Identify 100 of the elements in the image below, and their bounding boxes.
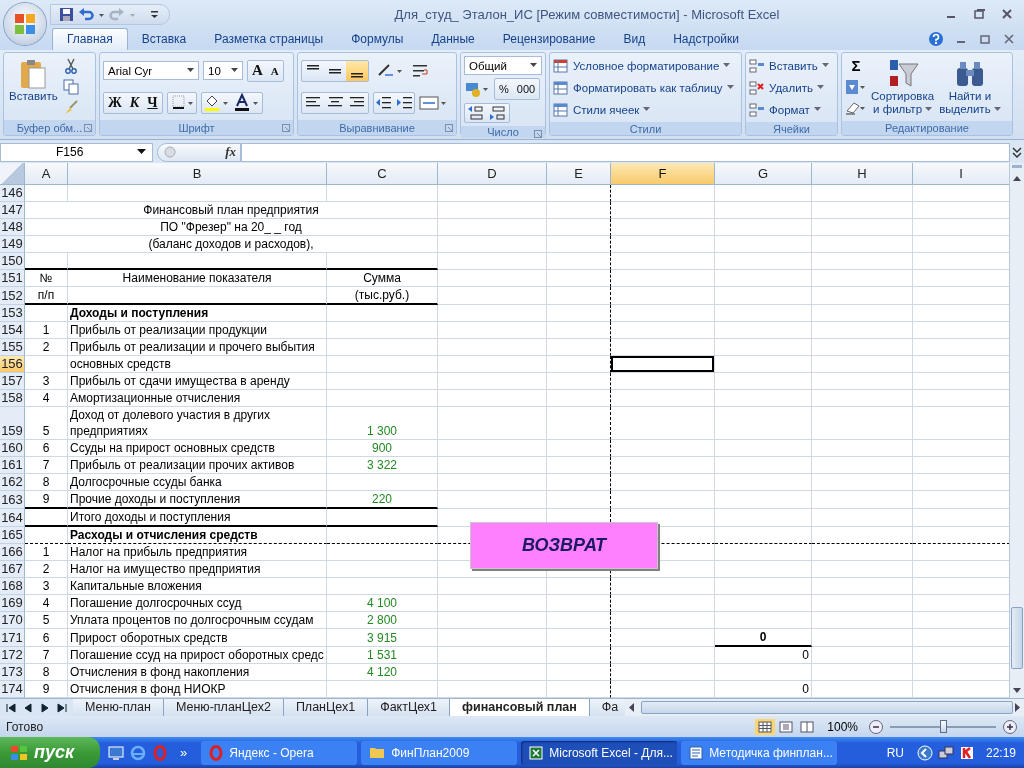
paste-button[interactable]: Вставить bbox=[7, 56, 60, 105]
ribbon-tab[interactable]: Формулы bbox=[337, 29, 418, 50]
group-label: Ячейки bbox=[773, 122, 810, 135]
table-cell: Прочие доходы и поступления bbox=[68, 490, 327, 509]
table-cell: Погашение долгосрочных ссуд bbox=[68, 594, 327, 612]
ribbon-tab[interactable]: Вставка bbox=[127, 29, 201, 50]
column-header[interactable]: C bbox=[327, 162, 438, 185]
taskbar-button[interactable]: Яндекс - Opera bbox=[201, 740, 358, 765]
return-button[interactable]: ВОЗВРАТ bbox=[470, 521, 658, 569]
table-cell: п/п bbox=[25, 286, 68, 305]
table-cell: 2 bbox=[25, 560, 68, 578]
taskbar-button[interactable]: ФинПлан2009 bbox=[361, 740, 518, 765]
clock: 22:19 bbox=[985, 745, 1016, 760]
table-cell: 2 800 bbox=[327, 611, 438, 629]
styles-menu-button[interactable]: Условное форматирование bbox=[553, 56, 738, 75]
table-cell: Отчисления в фонд накопления bbox=[68, 663, 327, 681]
sheet-tab[interactable]: Меню-планЦех2 bbox=[163, 699, 284, 717]
table-cell: 4 bbox=[25, 594, 68, 612]
table-cell: Прибыль от реализации продукции bbox=[68, 321, 327, 339]
table-cell: 4 bbox=[25, 389, 68, 407]
group-label: Шрифт bbox=[178, 121, 215, 134]
table-cell: Прибыль от реализации прочих активов bbox=[68, 456, 327, 474]
ribbon-tab[interactable]: Рецензирование bbox=[488, 29, 610, 50]
bold-button[interactable]: Ж bbox=[104, 92, 126, 113]
column-header[interactable]: A bbox=[25, 162, 68, 185]
ribbon-tab[interactable]: Надстройки bbox=[659, 29, 753, 50]
taskbar-button[interactable]: Microsoft Excel - Для... bbox=[521, 740, 678, 765]
sheet-tab[interactable]: Меню-план bbox=[73, 699, 164, 717]
column-header[interactable]: G bbox=[715, 162, 812, 185]
language-indicator[interactable]: RU bbox=[886, 745, 904, 760]
table-cell: 0 bbox=[715, 646, 812, 664]
name-box[interactable]: F156 bbox=[0, 143, 153, 162]
table-cell: 6 bbox=[25, 628, 68, 647]
table-cell: 0 bbox=[715, 680, 812, 698]
table-cell: 9 bbox=[25, 680, 68, 698]
table-cell: 7 bbox=[25, 646, 68, 664]
table-cell: 4 100 bbox=[327, 594, 438, 612]
window-title: Для_студ_ Эталон_ИС [Режим совместимости] - Microsoft Excel bbox=[393, 6, 781, 22]
ribbon-tab[interactable]: Главная bbox=[52, 28, 128, 50]
more-icon[interactable]: » bbox=[180, 745, 188, 760]
sheet-tab[interactable]: ПланЦех1 bbox=[283, 699, 369, 717]
cells-menu-button[interactable]: Удалить bbox=[749, 78, 834, 97]
find-select-button[interactable]: Найти и выделить bbox=[938, 56, 1002, 118]
column-header[interactable]: I bbox=[913, 162, 1009, 185]
table-cell: 5 bbox=[25, 406, 68, 440]
table-cell: Уплата процентов по долгосрочным ссудам bbox=[68, 611, 327, 629]
table-cell: 1 300 bbox=[327, 406, 438, 440]
table-cell: 900 bbox=[327, 439, 438, 457]
column-header[interactable]: B bbox=[68, 162, 327, 185]
ribbon-tab[interactable]: Вид bbox=[609, 29, 660, 50]
sheet-tab[interactable]: ФактЦех1 bbox=[368, 699, 451, 717]
styles-menu-button[interactable]: Форматировать как таблицу bbox=[553, 78, 738, 97]
grow-font-button[interactable]: A bbox=[248, 60, 267, 81]
column-header[interactable]: E bbox=[547, 162, 611, 185]
autosum-button[interactable]: Σ bbox=[845, 58, 867, 74]
number-format-field[interactable]: Общий bbox=[464, 56, 542, 75]
table-cell: 9 bbox=[25, 490, 68, 509]
ribbon-tab[interactable]: Разметка страницы bbox=[200, 29, 338, 50]
table-cell: 220 bbox=[327, 490, 438, 509]
table-cell: Амортизационные отчисления bbox=[68, 389, 327, 407]
insert-function-button[interactable]: fx bbox=[225, 144, 236, 161]
group-label: Редактирование bbox=[885, 122, 969, 134]
table-cell: 8 bbox=[25, 663, 68, 681]
italic-button[interactable]: К bbox=[125, 92, 144, 113]
column-header[interactable]: F bbox=[611, 162, 715, 185]
table-cell: 3 bbox=[25, 372, 68, 390]
shrink-font-button[interactable]: A bbox=[266, 60, 283, 81]
table-cell: Долгосрочные ссуды банка bbox=[68, 473, 327, 491]
table-cell: 0 bbox=[715, 628, 812, 647]
start-button[interactable]: пуск bbox=[0, 737, 100, 768]
sort-filter-button[interactable]: Сортировка и фильтр bbox=[870, 56, 936, 118]
table-cell: Капитальные вложения bbox=[68, 577, 327, 595]
table-cell: Доходы и поступления bbox=[68, 304, 327, 322]
sheet-title: Финансовый план предприятия bbox=[25, 201, 438, 219]
table-cell: Ссуды на прирост основных средств bbox=[68, 439, 327, 457]
table-cell: 3 bbox=[25, 577, 68, 595]
group-label: Стили bbox=[629, 122, 662, 135]
table-cell: Наименование показателя bbox=[68, 269, 327, 287]
ribbon-tab[interactable]: Данные bbox=[417, 29, 489, 50]
font-size-field[interactable]: 10 bbox=[203, 61, 243, 80]
underline-button[interactable]: Ч bbox=[143, 92, 162, 113]
table-cell: 1 bbox=[25, 321, 68, 339]
table-cell: 4 120 bbox=[327, 663, 438, 681]
cells-menu-button[interactable]: Вставить bbox=[749, 56, 834, 75]
table-cell: Расходы и отчисления средств bbox=[68, 526, 327, 544]
thousands-button[interactable]: 000 bbox=[512, 79, 540, 99]
column-header[interactable]: H bbox=[812, 162, 913, 185]
cells-menu-button[interactable]: Формат bbox=[749, 100, 834, 119]
group-label: Выравнивание bbox=[339, 121, 415, 134]
group-label: Буфер обм... bbox=[16, 121, 83, 134]
font-name-field[interactable]: Arial Cyr bbox=[103, 61, 199, 80]
percent-button[interactable]: % bbox=[495, 79, 513, 99]
styles-menu-button[interactable]: Стили ячеек bbox=[553, 100, 738, 119]
table-cell: 7 bbox=[25, 456, 68, 474]
row-header[interactable]: 159 bbox=[0, 406, 25, 440]
sheet-tab[interactable]: финансовый план bbox=[450, 699, 590, 717]
sheet-tab[interactable]: Фа bbox=[589, 699, 625, 717]
taskbar-button[interactable]: Методичка финплан... bbox=[681, 740, 838, 765]
group-label: Число bbox=[487, 126, 519, 138]
column-header[interactable]: D bbox=[438, 162, 547, 185]
